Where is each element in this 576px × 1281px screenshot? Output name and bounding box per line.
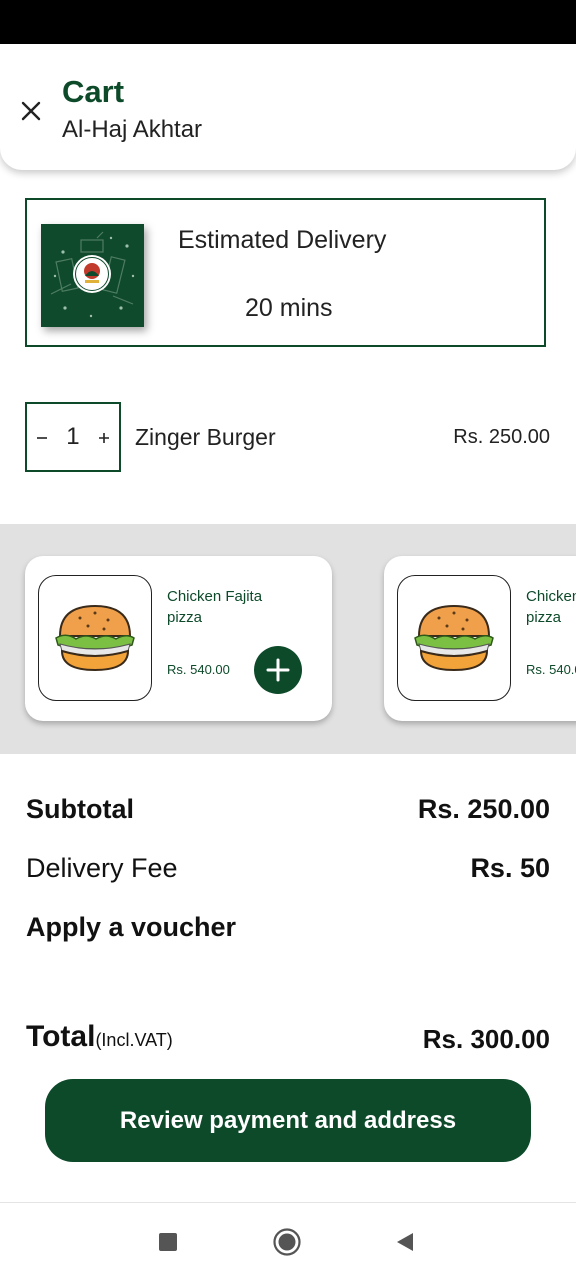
quantity-stepper: 1 — [25, 402, 121, 472]
cart-item-name: Zinger Burger — [135, 424, 276, 450]
recommendation-card[interactable]: Chicken Fajita pizza Rs. 540.00 — [384, 556, 576, 721]
plus-icon — [98, 433, 109, 443]
system-nav-bar — [0, 1202, 576, 1281]
burger-icon — [55, 604, 135, 672]
product-price: Rs. 540.00 — [167, 662, 230, 677]
product-image — [397, 575, 511, 701]
subtotal-label: Subtotal — [26, 794, 134, 824]
product-name: Chicken Fajita pizza — [526, 588, 576, 626]
add-to-cart-button[interactable] — [254, 646, 302, 694]
nav-back-icon[interactable] — [396, 1232, 414, 1252]
quantity-value: 1 — [66, 423, 80, 450]
restaurant-name: Al-Haj Akhtar — [62, 116, 203, 143]
nav-home-icon[interactable] — [273, 1228, 301, 1256]
total-label: Total — [26, 1020, 96, 1053]
burger-icon — [414, 604, 494, 672]
increase-quantity-button[interactable] — [98, 423, 110, 451]
product-name: Chicken Fajita pizza — [167, 588, 263, 626]
subtotal-value: Rs. 250.00 — [417, 794, 550, 824]
product-image — [38, 575, 152, 701]
page-title: Cart — [62, 74, 125, 109]
cart-header: Cart Al-Haj Akhtar — [0, 44, 576, 170]
close-icon — [21, 101, 41, 121]
delivery-fee-value: Rs. 50 — [470, 853, 550, 883]
status-bar — [0, 0, 576, 44]
cart-item-price: Rs. 250.00 — [453, 426, 550, 448]
add-icon — [266, 658, 290, 682]
delivery-time: 20 mins — [245, 294, 333, 322]
review-payment-button[interactable]: Review payment and address — [45, 1079, 531, 1162]
product-price: Rs. 540.00 — [526, 662, 576, 677]
decrease-quantity-button[interactable] — [36, 423, 48, 451]
voucher-label: Apply a voucher — [26, 912, 237, 942]
total-label-group: Total(Incl.VAT) — [26, 1020, 173, 1054]
recommendation-card[interactable]: Chicken Fajita pizza Rs. 540.00 — [25, 556, 332, 721]
total-vat-note: (Incl.VAT) — [95, 1030, 173, 1050]
estimated-delivery-card: Estimated Delivery 20 mins — [25, 198, 546, 347]
minus-icon — [37, 437, 48, 439]
total-value: Rs. 300.00 — [422, 1024, 550, 1054]
recommendations-carousel[interactable]: Chicken Fajita pizza Rs. 540.00 Chicken … — [0, 524, 576, 754]
delivery-fee-label: Delivery Fee — [26, 853, 178, 883]
restaurant-logo — [41, 224, 144, 327]
nav-recents-icon[interactable] — [159, 1233, 177, 1251]
close-button[interactable] — [14, 94, 48, 128]
delivery-label: Estimated Delivery — [178, 226, 387, 254]
